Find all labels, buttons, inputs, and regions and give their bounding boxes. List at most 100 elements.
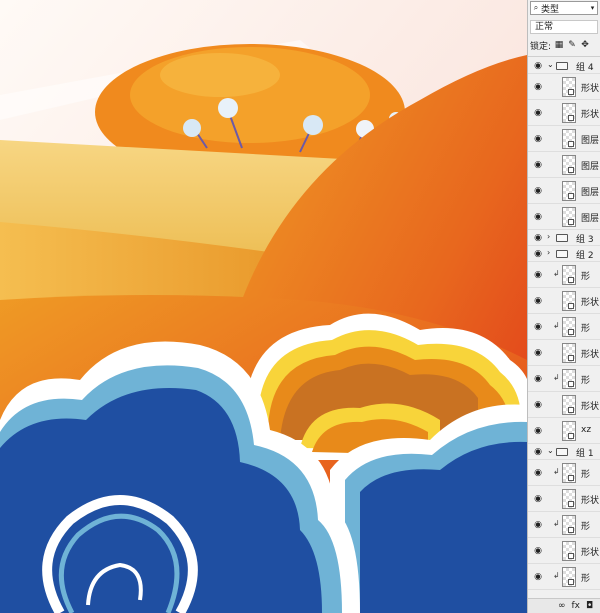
layer-thumbnail	[562, 129, 576, 149]
layer-group-row[interactable]: ◉ › 组 2	[528, 246, 600, 262]
clipping-mask-icon: ↲	[553, 321, 560, 330]
illustration	[0, 0, 527, 613]
eye-icon[interactable]: ◉	[532, 348, 544, 358]
eye-icon[interactable]: ◉	[532, 374, 544, 384]
eye-icon[interactable]: ◉	[532, 520, 544, 530]
layer-name: 形状	[581, 298, 600, 308]
layer-row[interactable]: ◉ 形状	[528, 486, 600, 512]
layer-row[interactable]: ◉ xz	[528, 418, 600, 444]
layer-row[interactable]: ◉ 形状	[528, 74, 600, 100]
layer-name: 形	[581, 376, 591, 386]
layer-name: 图层	[581, 136, 600, 146]
layer-thumbnail	[562, 181, 576, 201]
clipping-mask-icon: ↲	[553, 269, 560, 278]
layer-group-row[interactable]: ◉ ⌄ 组 4	[528, 58, 600, 74]
layer-name: 组 1	[576, 449, 594, 459]
eye-icon[interactable]: ◉	[532, 296, 544, 306]
smart-object-icon	[568, 355, 574, 361]
layer-row[interactable]: ◉ 图层	[528, 126, 600, 152]
layer-group-row[interactable]: ◉ › 组 3	[528, 230, 600, 246]
layer-row[interactable]: ◉ 形状	[528, 340, 600, 366]
folder-icon	[556, 448, 568, 456]
clipping-mask-icon: ↲	[553, 571, 560, 580]
canvas-artwork[interactable]	[0, 0, 527, 613]
layers-panel: ⌕ 类型 ▾ ▯ 正常 锁定: ▦ ✎ ✥ ◉⌄组 4◉形状◉形状◉图层◉图层◉…	[527, 0, 600, 613]
layer-row[interactable]: ◉ ↲ 形	[528, 512, 600, 538]
smart-object-icon	[568, 89, 574, 95]
fx-icon[interactable]: fx	[572, 601, 581, 611]
chevron-right-icon[interactable]: ›	[547, 248, 550, 257]
eye-icon[interactable]: ◉	[532, 186, 544, 196]
layer-thumbnail	[562, 155, 576, 175]
layer-row[interactable]: ◉ 图层	[528, 178, 600, 204]
eye-icon[interactable]: ◉	[532, 108, 544, 118]
eye-icon[interactable]: ◉	[532, 447, 544, 457]
eye-icon[interactable]: ◉	[532, 61, 544, 71]
layer-row[interactable]: ◉ ↲ 形	[528, 366, 600, 392]
eye-icon[interactable]: ◉	[532, 468, 544, 478]
layer-name: 图层	[581, 214, 600, 224]
filter-kind-label: 类型	[541, 4, 560, 15]
chevron-right-icon[interactable]: ›	[547, 232, 550, 241]
brush-icon[interactable]: ✎	[567, 40, 577, 50]
eye-icon[interactable]: ◉	[532, 494, 544, 504]
layer-name: 形	[581, 470, 591, 480]
layer-name: 形状	[581, 496, 600, 506]
link-icon[interactable]: ∞	[558, 601, 566, 611]
layer-thumbnail	[562, 541, 576, 561]
clipping-mask-icon: ↲	[553, 373, 560, 382]
layer-thumbnail	[562, 343, 576, 363]
folder-icon	[556, 234, 568, 242]
eye-icon[interactable]: ◉	[532, 249, 544, 259]
eye-icon[interactable]: ◉	[532, 572, 544, 582]
layer-name: 组 2	[576, 251, 594, 261]
layer-row[interactable]: ◉ 形状	[528, 538, 600, 564]
chevron-down-icon[interactable]: ⌄	[547, 446, 554, 455]
layer-row[interactable]: ◉ 形状	[528, 392, 600, 418]
layer-name: 图层	[581, 188, 600, 198]
layer-row[interactable]: ◉ 图层	[528, 204, 600, 230]
layer-name: 形状	[581, 84, 600, 94]
layer-row[interactable]: ◉ ↲ 形	[528, 460, 600, 486]
layer-thumbnail	[562, 421, 576, 441]
layer-row[interactable]: ◉ ↲ 形	[528, 314, 600, 340]
layer-name: 形状	[581, 110, 600, 120]
layer-name: 组 4	[576, 63, 594, 73]
layer-row[interactable]: ◉ ↲ 形	[528, 262, 600, 288]
layer-thumbnail	[562, 291, 576, 311]
layer-row[interactable]: ◉ 形状	[528, 288, 600, 314]
layer-thumbnail	[562, 317, 576, 337]
panel-footer: ∞ fx ◘	[528, 598, 600, 613]
eye-icon[interactable]: ◉	[532, 212, 544, 222]
eye-icon[interactable]: ◉	[532, 134, 544, 144]
eye-icon[interactable]: ◉	[532, 322, 544, 332]
smart-object-icon	[568, 303, 574, 309]
layer-row[interactable]: ◉ 形状	[528, 100, 600, 126]
layer-name: 形	[581, 574, 591, 584]
eye-icon[interactable]: ◉	[532, 426, 544, 436]
lock-transparent-icon[interactable]: ▦	[554, 40, 564, 50]
eye-icon[interactable]: ◉	[532, 82, 544, 92]
layer-group-row[interactable]: ◉ ⌄ 组 1	[528, 444, 600, 460]
layer-thumbnail	[562, 489, 576, 509]
layer-thumbnail	[562, 463, 576, 483]
smart-object-icon	[568, 475, 574, 481]
mask-icon[interactable]: ◘	[586, 601, 593, 611]
eye-icon[interactable]: ◉	[532, 233, 544, 243]
eye-icon[interactable]: ◉	[532, 400, 544, 410]
layer-thumbnail	[562, 265, 576, 285]
move-icon[interactable]: ✥	[580, 40, 590, 50]
layer-thumbnail	[562, 207, 576, 227]
chevron-down-icon[interactable]: ▾	[588, 4, 597, 12]
layer-name: 组 3	[576, 235, 594, 245]
blend-mode-select[interactable]: 正常	[530, 20, 598, 34]
chevron-down-icon[interactable]: ⌄	[547, 60, 554, 69]
eye-icon[interactable]: ◉	[532, 546, 544, 556]
smart-object-icon	[568, 219, 574, 225]
layer-row[interactable]: ◉ ↲ 形	[528, 564, 600, 590]
layer-filter[interactable]: ⌕ 类型 ▾	[530, 1, 598, 15]
eye-icon[interactable]: ◉	[532, 270, 544, 280]
eye-icon[interactable]: ◉	[532, 160, 544, 170]
layer-row[interactable]: ◉ 图层	[528, 152, 600, 178]
layer-thumbnail	[562, 77, 576, 97]
